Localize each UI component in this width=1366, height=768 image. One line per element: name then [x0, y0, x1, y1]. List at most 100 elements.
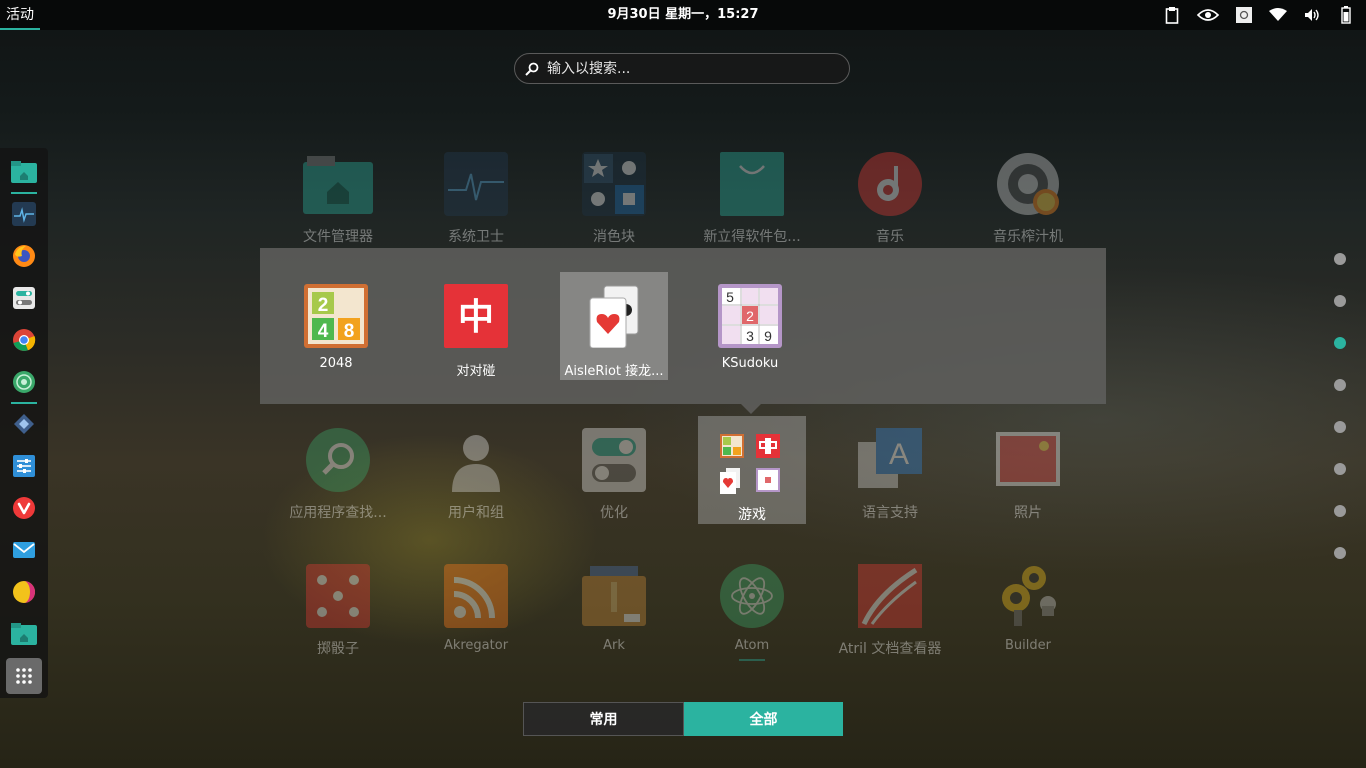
photo-icon	[996, 428, 1060, 492]
dock-tweaks-icon[interactable]	[8, 450, 40, 482]
app-label: KSudoku	[721, 356, 779, 371]
games-folder-preview-icon	[720, 434, 780, 494]
app-label: 语言支持	[862, 505, 918, 521]
wifi-icon[interactable]	[1268, 5, 1288, 25]
page-dot[interactable]	[1334, 295, 1346, 307]
app-color-blocks[interactable]: 消色块	[554, 152, 674, 246]
screenshot-icon[interactable]	[1234, 5, 1254, 25]
app-builder[interactable]: Builder	[968, 564, 1088, 653]
games-folder[interactable]: 游戏	[698, 416, 806, 524]
app-label: 音乐	[876, 229, 904, 245]
app-atom[interactable]: Atom	[692, 564, 812, 661]
rss-icon	[444, 564, 508, 628]
app-app-finder[interactable]: 应用程序查找...	[278, 428, 398, 522]
app-label: Atom	[734, 638, 770, 653]
dock	[0, 148, 48, 698]
app-label: 2048	[319, 356, 353, 371]
dock-mail-icon[interactable]	[8, 534, 40, 566]
atom-icon	[720, 564, 784, 628]
app-language-support[interactable]: A 语言支持	[830, 428, 950, 522]
svg-text:2: 2	[746, 308, 754, 324]
app-mahjong-match[interactable]: 中 对对碰	[422, 272, 530, 379]
app-users-groups[interactable]: 用户和组	[416, 428, 536, 522]
mahjong-tile-icon: 中	[444, 284, 508, 348]
page-dot[interactable]	[1334, 253, 1346, 265]
language-icon: A	[858, 428, 922, 492]
battery-icon[interactable]	[1336, 5, 1356, 25]
music-note-icon	[858, 152, 922, 216]
dice-icon	[306, 564, 370, 628]
dock-network-icon[interactable]	[8, 366, 40, 404]
playing-cards-icon	[582, 284, 646, 349]
app-label: 消色块	[593, 229, 635, 245]
page-dot-current[interactable]	[1334, 337, 1346, 349]
clock-label[interactable]: 9月30日 星期一，15:27	[607, 7, 758, 22]
app-aisleriot[interactable]: AisleRiot 接龙...	[560, 272, 668, 380]
page-dot[interactable]	[1334, 547, 1346, 559]
app-system-guard[interactable]: 系统卫士	[416, 152, 536, 246]
app-label: 应用程序查找...	[289, 505, 387, 521]
app-synaptic[interactable]: 新立得软件包...	[692, 152, 812, 246]
app-photos[interactable]: 照片	[968, 428, 1088, 522]
dock-files-icon[interactable]	[8, 156, 40, 194]
dock-firefox-icon[interactable]	[8, 240, 40, 272]
volume-icon[interactable]	[1302, 5, 1322, 25]
app-ksudoku[interactable]: 5 2 3 9 KSudoku	[696, 272, 804, 371]
system-tray	[1162, 5, 1356, 25]
page-dot[interactable]	[1334, 505, 1346, 517]
svg-text:3: 3	[746, 328, 754, 344]
page-dot[interactable]	[1334, 421, 1346, 433]
app-label: 掷骰子	[317, 641, 359, 657]
app-label: 用户和组	[448, 505, 504, 521]
app-label: Akregator	[443, 638, 509, 653]
user-icon	[444, 428, 508, 492]
toggle-switches-icon	[582, 428, 646, 492]
game-2048-icon: 2 4 8	[304, 284, 368, 348]
all-apps-button[interactable]: 全部	[684, 702, 843, 736]
svg-text:5: 5	[726, 289, 734, 305]
cd-juicer-icon	[996, 152, 1060, 216]
dock-files-2-icon[interactable]	[8, 618, 40, 650]
app-label: 新立得软件包...	[703, 229, 801, 245]
app-music[interactable]: 音乐	[830, 152, 950, 246]
nvidia-icon[interactable]	[1196, 5, 1220, 25]
folder-label: 游戏	[738, 507, 766, 523]
sudoku-icon: 5 2 3 9	[718, 284, 782, 348]
dock-vivaldi-icon[interactable]	[8, 492, 40, 524]
search-box[interactable]	[514, 53, 850, 84]
page-indicator	[1334, 253, 1346, 589]
app-music-juicer[interactable]: 音乐榨汁机	[968, 152, 1088, 246]
page-dot[interactable]	[1334, 379, 1346, 391]
svg-text:4: 4	[318, 321, 329, 342]
app-atril[interactable]: Atril 文档查看器	[830, 564, 950, 658]
games-folder-popup: 2 4 8 2048 中 对对碰 AisleRiot 接龙... 5 2 3 9…	[260, 248, 1106, 414]
show-apps-icon[interactable]	[6, 658, 42, 694]
folder-icon	[303, 152, 373, 216]
svg-text:9: 9	[764, 328, 772, 344]
app-label: 对对碰	[456, 364, 496, 379]
app-dice[interactable]: 掷骰子	[278, 564, 398, 658]
app-ark[interactable]: Ark	[554, 564, 674, 653]
dock-settings-icon[interactable]	[8, 282, 40, 314]
app-2048[interactable]: 2 4 8 2048	[282, 272, 390, 371]
dock-chrome-icon[interactable]	[8, 324, 40, 356]
app-label: 优化	[600, 505, 628, 521]
app-label: AisleRiot 接龙...	[564, 364, 664, 379]
app-label: Builder	[1005, 638, 1051, 653]
app-label: 系统卫士	[448, 229, 504, 245]
dock-system-monitor-icon[interactable]	[8, 198, 40, 230]
app-file-manager[interactable]: 文件管理器	[278, 152, 398, 246]
builder-gears-icon	[996, 564, 1060, 628]
app-akregator[interactable]: Akregator	[416, 564, 536, 653]
page-dot[interactable]	[1334, 463, 1346, 475]
app-tweaks[interactable]: 优化	[554, 428, 674, 522]
app-label: 文件管理器	[303, 229, 373, 245]
clipboard-icon[interactable]	[1162, 5, 1182, 25]
dock-kdeconnect-icon[interactable]	[8, 408, 40, 440]
dock-palette-icon[interactable]	[8, 576, 40, 608]
app-label: 照片	[1014, 505, 1042, 521]
frequent-apps-button[interactable]: 常用	[523, 702, 684, 736]
archive-icon	[582, 564, 646, 628]
search-input[interactable]	[545, 59, 829, 78]
activities-button[interactable]: 活动	[0, 0, 40, 30]
